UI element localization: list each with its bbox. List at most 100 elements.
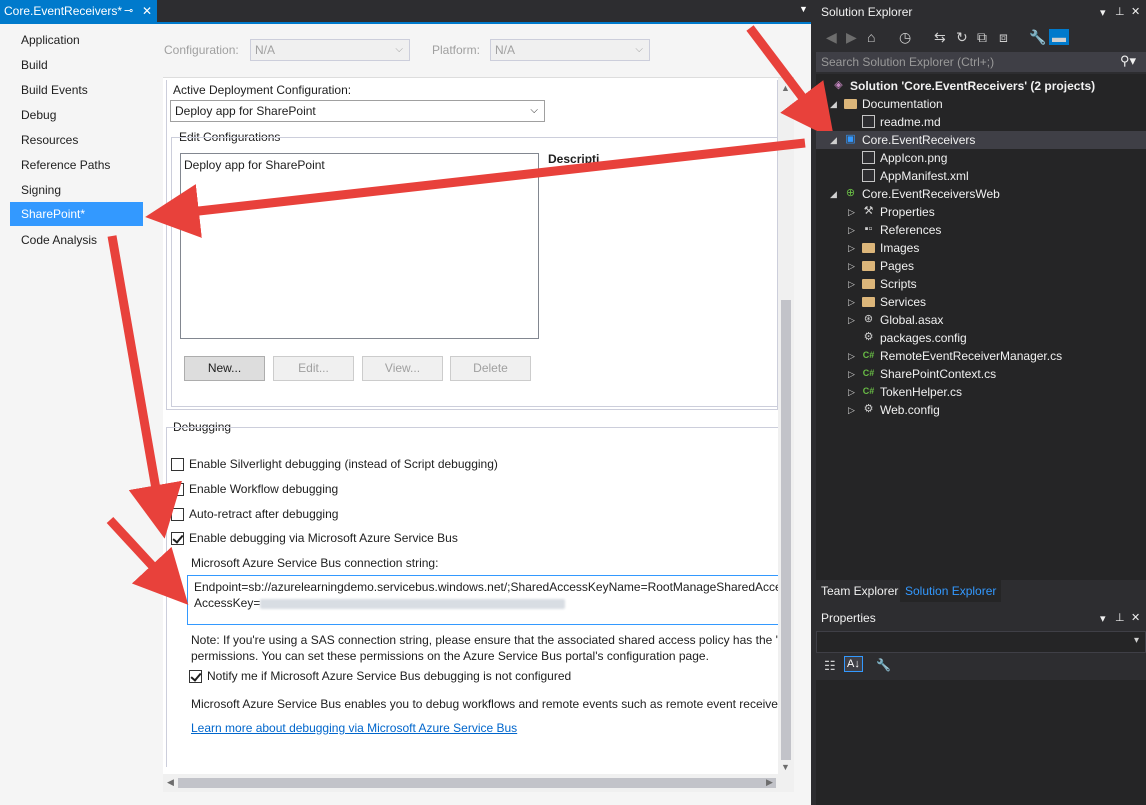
nav-item-application[interactable]: Application (10, 28, 143, 52)
tree-node-label[interactable]: RemoteEventReceiverManager.cs (880, 347, 1062, 365)
back-icon[interactable]: ◀ (826, 29, 837, 45)
tree-node-label[interactable]: Web.config (880, 401, 940, 419)
expand-icon[interactable]: ▷ (848, 311, 855, 329)
file-icon (862, 115, 875, 128)
scroll-up-icon[interactable]: ▲ (781, 83, 790, 93)
tree-node-label[interactable]: TokenHelper.cs (880, 383, 962, 401)
tab-solution-explorer[interactable]: Solution Explorer (900, 580, 1002, 602)
nav-item-code-analysis[interactable]: Code Analysis (10, 228, 143, 252)
tree-node-label[interactable]: Core.EventReceiversWeb (862, 185, 1000, 203)
window-menu-icon[interactable]: ▾ (1100, 612, 1106, 625)
scroll-down-icon[interactable]: ▼ (781, 762, 790, 772)
servicebus-checkbox[interactable] (171, 532, 184, 545)
properties-object-dropdown[interactable]: ▾ (816, 631, 1146, 653)
tree-node-label[interactable]: Solution 'Core.EventReceivers' (2 projec… (850, 77, 1095, 95)
csharp-file-icon: C# (862, 350, 875, 360)
expand-icon[interactable]: ▷ (848, 221, 855, 239)
edit-button[interactable]: Edit... (273, 356, 354, 381)
tree-node-label[interactable]: Scripts (880, 275, 917, 293)
solution-explorer-title: Solution Explorer (821, 5, 913, 19)
tree-node-label[interactable]: Properties (880, 203, 935, 221)
learn-more-link[interactable]: Learn more about debugging via Microsoft… (191, 721, 517, 735)
tree-node-label[interactable]: Core.EventReceivers (862, 131, 975, 149)
platform-dropdown[interactable]: N/A ⌵ (490, 39, 650, 61)
folder-icon (862, 243, 875, 253)
expand-icon[interactable]: ▷ (848, 257, 855, 275)
alphabetical-icon[interactable]: A↓ (844, 656, 863, 672)
tree-node-label[interactable]: Services (880, 293, 926, 311)
pending-changes-filter-icon[interactable]: ◷ (899, 29, 911, 45)
tree-node-label[interactable]: References (880, 221, 941, 239)
expand-icon[interactable]: ▷ (848, 401, 855, 419)
expand-icon[interactable]: ▷ (848, 275, 855, 293)
window-menu-icon[interactable]: ▾ (1100, 6, 1106, 19)
tree-node-label[interactable]: Global.asax (880, 311, 943, 329)
scroll-left-icon[interactable]: ◀ (167, 777, 174, 788)
nav-item-signing[interactable]: Signing (10, 178, 143, 202)
visual-studio-window: Core.EventReceivers* ⊸ ✕ ▼ Application B… (0, 0, 1146, 805)
vertical-scroll-thumb[interactable] (781, 300, 791, 760)
new-button[interactable]: New... (184, 356, 265, 381)
delete-button[interactable]: Delete (450, 356, 531, 381)
home-icon[interactable]: ⌂ (867, 29, 875, 45)
collapse-icon[interactable]: ◢ (830, 131, 837, 149)
expand-icon[interactable]: ▷ (848, 383, 855, 401)
tree-node-label[interactable]: packages.config (880, 329, 967, 347)
workflow-checkbox[interactable] (171, 483, 184, 496)
preview-selected-icon[interactable]: ▬ (1049, 29, 1069, 45)
tree-node-label[interactable]: Pages (880, 257, 914, 275)
nav-item-reference-paths[interactable]: Reference Paths (10, 153, 143, 177)
nav-item-build[interactable]: Build (10, 53, 143, 77)
notify-checkbox[interactable] (189, 670, 202, 683)
pin-icon[interactable]: ⊥ (1115, 5, 1125, 18)
solution-search-input[interactable]: Search Solution Explorer (Ctrl+;) (816, 52, 1146, 72)
expand-icon[interactable]: ▷ (848, 203, 855, 221)
collapse-all-icon[interactable]: ⧉ (977, 29, 987, 45)
expand-icon[interactable]: ▷ (848, 347, 855, 365)
pin-icon[interactable]: ⊸ (124, 0, 133, 22)
list-item[interactable]: Deploy app for SharePoint (184, 158, 325, 172)
connection-string-input[interactable]: Endpoint=sb://azurelearningdemo.serviceb… (187, 575, 779, 625)
view-button[interactable]: View... (362, 356, 443, 381)
deployment-configurations-list[interactable]: Deploy app for SharePoint (180, 153, 539, 339)
close-icon[interactable]: ✕ (142, 0, 152, 22)
show-all-files-icon[interactable]: ⧈ (999, 29, 1008, 45)
document-tab[interactable]: Core.EventReceivers* ⊸ ✕ (0, 0, 157, 22)
property-pages-icon[interactable]: 🔧 (876, 658, 891, 672)
nav-item-sharepoint[interactable]: SharePoint* (10, 202, 143, 226)
expand-icon[interactable]: ▷ (848, 239, 855, 257)
pin-icon[interactable]: ⊥ (1115, 611, 1125, 624)
tab-team-explorer[interactable]: Team Explorer (816, 580, 903, 602)
tree-node-label[interactable]: AppManifest.xml (880, 167, 969, 185)
properties-title: Properties (821, 611, 876, 625)
configuration-dropdown[interactable]: N/A ⌵ (250, 39, 410, 61)
csharp-file-icon: C# (862, 368, 875, 378)
collapse-icon[interactable]: ◢ (830, 95, 837, 113)
tree-node-label[interactable]: Documentation (862, 95, 943, 113)
refresh-icon[interactable]: ↻ (956, 29, 968, 45)
properties-wrench-icon[interactable]: 🔧 (1029, 29, 1046, 45)
autoretract-checkbox[interactable] (171, 508, 184, 521)
horizontal-scroll-thumb[interactable] (178, 778, 776, 788)
tree-node-label[interactable]: SharePointContext.cs (880, 365, 996, 383)
nav-item-debug[interactable]: Debug (10, 103, 143, 127)
nav-item-build-events[interactable]: Build Events (10, 78, 143, 102)
forward-icon[interactable]: ▶ (846, 29, 857, 45)
silverlight-checkbox[interactable] (171, 458, 184, 471)
categorized-icon[interactable]: ☷ (824, 658, 836, 674)
sync-icon[interactable]: ⇆ (934, 29, 946, 45)
expand-icon[interactable]: ▷ (848, 365, 855, 383)
close-icon[interactable]: ✕ (1131, 611, 1140, 624)
tab-dropdown-icon[interactable]: ▼ (799, 4, 808, 14)
nav-item-resources[interactable]: Resources (10, 128, 143, 152)
collapse-icon[interactable]: ◢ (830, 185, 837, 203)
tree-node-label[interactable]: Images (880, 239, 919, 257)
active-deployment-dropdown[interactable]: Deploy app for SharePoint ⌵ (170, 100, 545, 122)
expand-icon[interactable]: ▷ (848, 293, 855, 311)
close-icon[interactable]: ✕ (1131, 5, 1140, 18)
connection-string-label: Microsoft Azure Service Bus connection s… (191, 556, 439, 570)
scroll-right-icon[interactable]: ▶ (766, 777, 773, 788)
tree-node-label[interactable]: AppIcon.png (880, 149, 947, 167)
tree-node-label[interactable]: readme.md (880, 113, 941, 131)
search-icon[interactable]: ⚲▾ (1120, 53, 1136, 69)
